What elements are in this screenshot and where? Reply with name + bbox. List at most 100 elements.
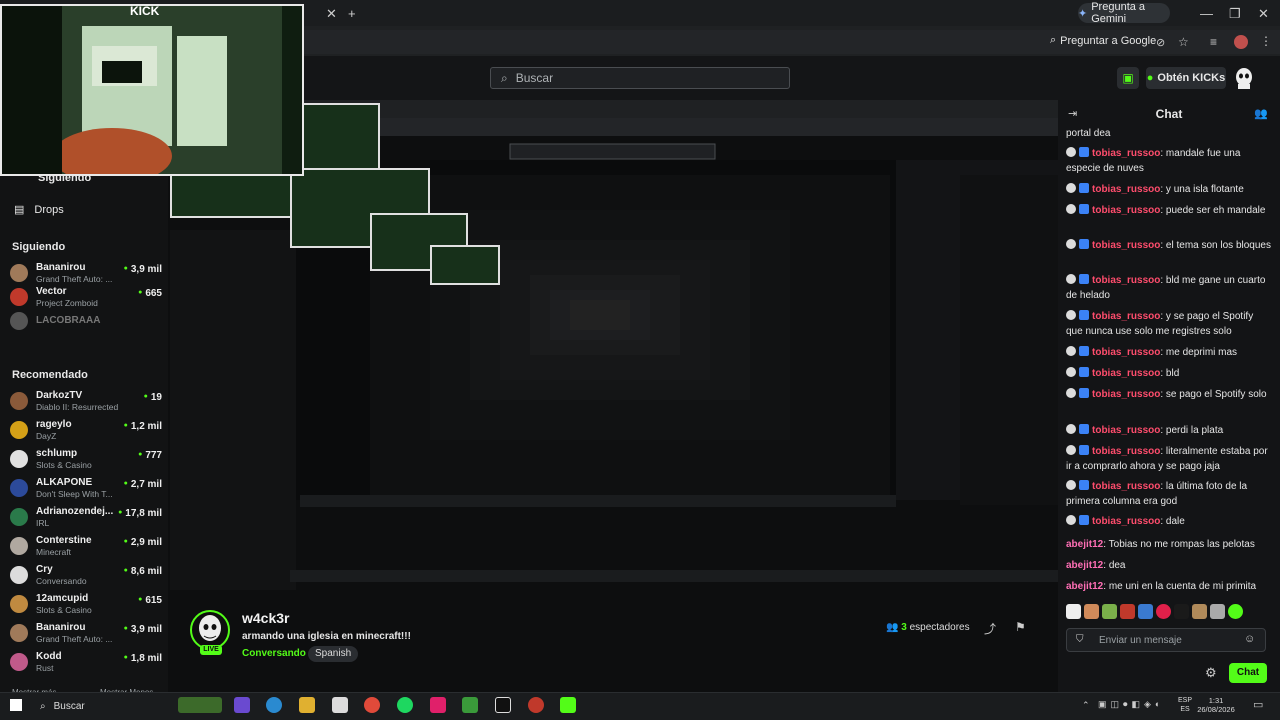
avatar <box>10 537 28 555</box>
spotify-icon[interactable] <box>397 697 413 713</box>
chat-username[interactable]: tobias_russoo <box>1092 446 1160 457</box>
emote[interactable] <box>1138 604 1153 619</box>
chat-username[interactable]: tobias_russoo <box>1092 481 1160 492</box>
sidebar-channel[interactable]: rageyloDayZ 1,2 mil <box>10 419 162 443</box>
sidebar-item-drops[interactable]: ▤ Drops <box>14 203 64 217</box>
menu-icon[interactable]: ⋮ <box>1260 34 1272 48</box>
chat-text: Tobias no me rompas las pelotas <box>1108 539 1255 550</box>
taskbar-search[interactable]: ⌕ Buscar <box>34 696 174 716</box>
emote[interactable] <box>1084 604 1099 619</box>
user-avatar[interactable] <box>1234 67 1254 89</box>
star-icon[interactable]: ☆ <box>1178 35 1189 49</box>
obs-icon[interactable] <box>528 697 544 713</box>
settings-icon[interactable]: ⚙ <box>1205 665 1217 681</box>
chat-message: tobias_russoo: perdi la plata <box>1066 423 1271 438</box>
channel-name: Adrianozendej... <box>36 506 114 517</box>
tray-chevron-icon[interactable]: ⌃ <box>1082 700 1090 711</box>
close-tab-icon[interactable]: ✕ <box>326 6 337 22</box>
chat-username[interactable]: tobias_russoo <box>1092 347 1160 358</box>
chat-username[interactable]: tobias_russoo <box>1092 425 1160 436</box>
sidebar-channel[interactable]: schlumpSlots & Casino 777 <box>10 448 162 472</box>
chat-message: tobias_russoo: me deprimi mas <box>1066 345 1271 360</box>
avatar <box>10 264 28 282</box>
emote[interactable] <box>1192 604 1207 619</box>
ask-google-button[interactable]: ⌕ Preguntar a Google <box>1050 34 1156 47</box>
emote[interactable] <box>1120 604 1135 619</box>
chat-username[interactable]: tobias_russoo <box>1092 516 1160 527</box>
stream-tag[interactable]: Spanish <box>308 646 359 662</box>
sidebar-channel[interactable]: BananirouGrand Theft Auto: ... 3,9 mil <box>10 622 162 646</box>
chat-username[interactable]: abejit12 <box>1066 539 1103 550</box>
channel-category: Grand Theft Auto: ... <box>36 634 113 644</box>
sidebar-channel[interactable]: LACOBRAAA <box>10 310 162 334</box>
edge-icon[interactable] <box>266 697 282 713</box>
chrome-icon[interactable] <box>364 697 380 713</box>
close-window-icon[interactable]: ✕ <box>1258 6 1269 22</box>
gift-icon[interactable]: ⚑ <box>1015 620 1026 634</box>
folder-icon[interactable] <box>299 697 315 713</box>
tiktok-icon[interactable] <box>430 697 446 713</box>
sidebar-channel[interactable]: BananirouGrand Theft Auto: ... 3,9 mil <box>10 262 162 286</box>
emote[interactable] <box>1156 604 1171 619</box>
minecraft-widget-icon[interactable] <box>178 697 222 713</box>
emote[interactable] <box>1102 604 1117 619</box>
streamer-avatar[interactable] <box>190 610 230 650</box>
sub-badge-icon <box>1079 445 1089 455</box>
chat-username[interactable]: tobias_russoo <box>1092 148 1160 159</box>
sidebar-channel[interactable]: 12amcupidSlots & Casino 615 <box>10 593 162 617</box>
reading-list-icon[interactable]: ≡ <box>1210 35 1217 49</box>
emoji-icon[interactable]: ☺ <box>1244 633 1255 645</box>
search-input[interactable]: ⌕ Buscar <box>490 67 790 89</box>
store-icon[interactable] <box>332 697 348 713</box>
stream-category[interactable]: Conversando <box>242 648 306 659</box>
emote[interactable] <box>1066 604 1081 619</box>
language-indicator[interactable]: ESP ES <box>1178 696 1192 714</box>
xbox-icon[interactable] <box>462 697 478 713</box>
sidebar-channel[interactable]: KoddRust 1,8 mil <box>10 651 162 675</box>
minimize-icon[interactable]: — <box>1200 6 1213 21</box>
drops-icon[interactable]: ▣ <box>1117 67 1139 89</box>
channel-name: Bananirou <box>36 622 86 633</box>
chat-send-button[interactable]: Chat <box>1229 663 1267 683</box>
users-icon[interactable]: 👥 <box>1254 107 1268 120</box>
windows-start-icon[interactable] <box>10 699 22 711</box>
chat-username[interactable]: tobias_russoo <box>1092 240 1160 251</box>
share-icon[interactable]: ⤴ <box>984 620 996 637</box>
emote[interactable] <box>1210 604 1225 619</box>
eye-off-icon[interactable]: ⊘ <box>1156 36 1165 49</box>
chat-input[interactable]: Enviar un mensaje <box>1066 628 1266 652</box>
chat-text: bld <box>1165 368 1180 379</box>
copilot-icon[interactable] <box>234 697 250 713</box>
plus-icon[interactable]: + <box>348 6 356 21</box>
chat-username[interactable]: tobias_russoo <box>1092 368 1160 379</box>
sub-badge-icon <box>1079 424 1089 434</box>
get-kicks-button[interactable]: ● Obtén KICKs <box>1146 67 1226 89</box>
maximize-icon[interactable]: ❐ <box>1229 6 1241 22</box>
chat-username[interactable]: tobias_russoo <box>1092 389 1160 400</box>
sidebar-channel[interactable]: VectorProject Zomboid 665 <box>10 286 162 310</box>
sidebar-channel[interactable]: CryConversando 8,6 mil <box>10 564 162 588</box>
sidebar-channel[interactable]: DarkozTVDiablo II: Resurrected 19 <box>10 390 162 414</box>
chat-username[interactable]: abejit12 <box>1066 560 1103 571</box>
channel-viewers: 17,8 mil <box>118 508 162 519</box>
gemini-button[interactable]: ✦ Pregunta a Gemini <box>1078 1 1170 25</box>
chat-username[interactable]: tobias_russoo <box>1092 205 1160 216</box>
sidebar-channel[interactable]: ALKAPONEDon't Sleep With T... 2,7 mil <box>10 477 162 501</box>
profile-avatar[interactable] <box>1234 35 1248 49</box>
chat-username[interactable]: tobias_russoo <box>1092 275 1160 286</box>
notification-icon[interactable]: ▭ <box>1253 698 1263 711</box>
tray-icons[interactable]: ▣◫⏺◧◈◐ <box>1098 699 1164 710</box>
emote[interactable] <box>1228 604 1243 619</box>
sparkle-icon: ✦ <box>1078 7 1088 20</box>
clock[interactable]: 1:31 26/08/2026 <box>1196 696 1236 714</box>
chat-username[interactable]: abejit12 <box>1066 581 1103 592</box>
sidebar-channel[interactable]: ConterstineMinecraft 2,9 mil <box>10 535 162 559</box>
chat-username[interactable]: tobias_russoo <box>1092 184 1160 195</box>
chat-username[interactable]: tobias_russoo <box>1092 311 1160 322</box>
minecraft-icon[interactable] <box>560 697 576 713</box>
streamer-name[interactable]: w4ck3r <box>242 610 289 626</box>
badge-icon <box>1066 204 1076 214</box>
emote[interactable] <box>1174 604 1189 619</box>
sidebar-channel[interactable]: Adrianozendej...IRL 17,8 mil <box>10 506 162 530</box>
tiktok-live-icon[interactable] <box>495 697 511 713</box>
